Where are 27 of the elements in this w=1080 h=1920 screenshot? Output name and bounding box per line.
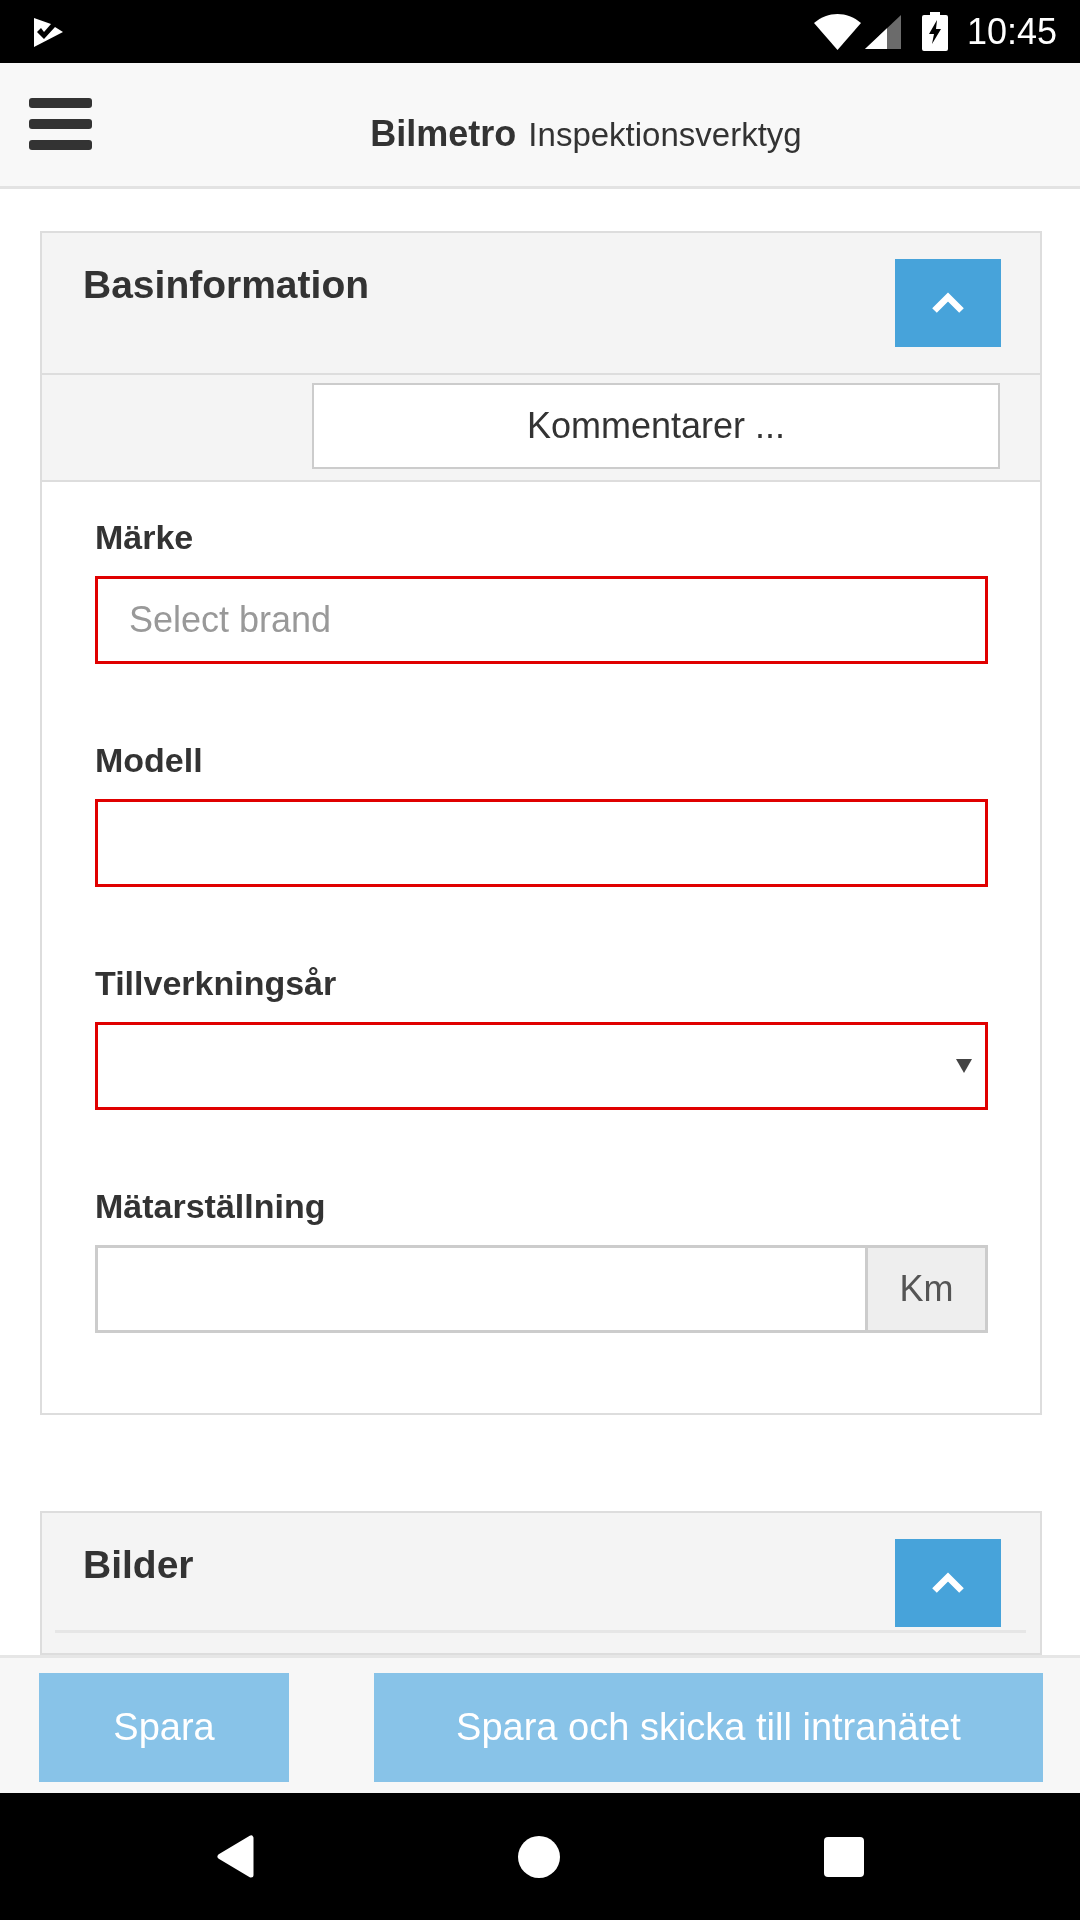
dropdown-arrow-icon	[956, 1059, 972, 1073]
section-title: Basinformation	[83, 262, 370, 308]
section-title: Bilder	[83, 1542, 194, 1588]
collapse-button[interactable]	[895, 1539, 1001, 1627]
field-label: Tillverkningsår	[95, 963, 338, 1003]
app-name: Bilmetro	[370, 112, 517, 156]
chevron-up-icon	[931, 292, 965, 314]
clock-time: 10:45	[966, 11, 1057, 52]
battery-charging-icon	[921, 12, 948, 51]
dropdown-field[interactable]	[95, 1022, 988, 1110]
unit-label: Km	[865, 1245, 988, 1333]
input-field[interactable]	[95, 1245, 865, 1333]
comments-button[interactable]: Kommentarer ...	[312, 383, 1000, 469]
recents-icon[interactable]	[823, 1836, 864, 1877]
field-label: Märke	[95, 517, 195, 557]
wifi-icon	[813, 13, 861, 50]
app-title: Inspektionsverktyg	[528, 115, 802, 155]
text-field[interactable]	[95, 799, 988, 887]
chevron-up-icon	[931, 1572, 965, 1594]
signal-icon	[864, 14, 901, 49]
home-icon[interactable]	[517, 1835, 560, 1878]
field-label: Modell	[95, 740, 204, 780]
text-field[interactable]: Select brand	[95, 576, 988, 664]
back-icon[interactable]	[216, 1835, 254, 1878]
collapse-button[interactable]	[895, 259, 1001, 347]
field-label: Mätarställning	[95, 1186, 327, 1226]
menu-icon[interactable]	[29, 98, 92, 150]
